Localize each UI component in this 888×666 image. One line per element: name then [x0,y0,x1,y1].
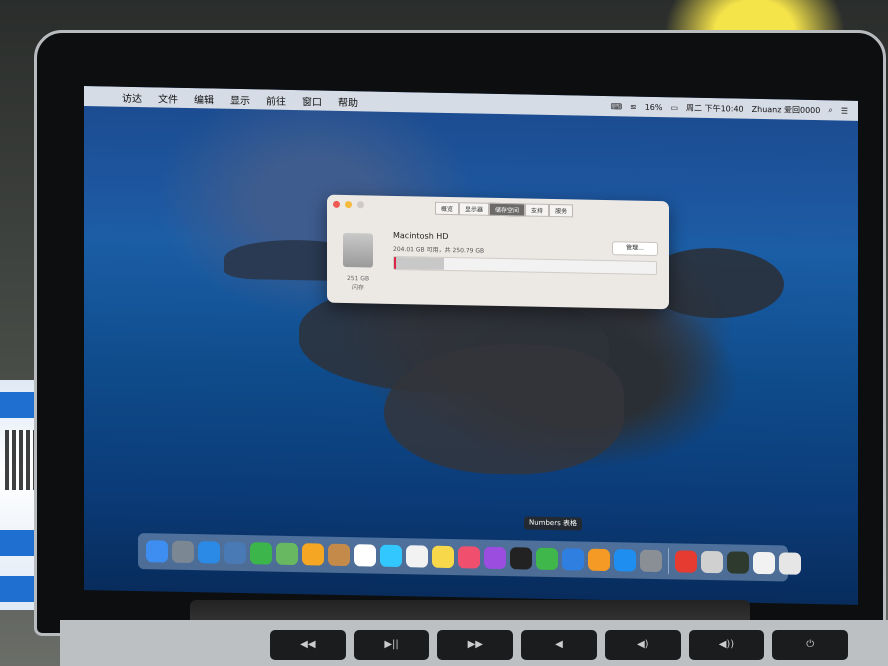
user-name[interactable]: Zhuanz 爱回0000 [752,103,821,115]
podcasts-icon[interactable] [484,546,506,570]
pages-icon[interactable] [588,548,610,572]
storage-bar [393,255,657,276]
menu-item-window[interactable]: 窗口 [294,93,330,109]
terminal-icon[interactable] [727,551,749,574]
facetime-icon[interactable] [250,542,272,565]
music-icon[interactable] [458,546,480,569]
clock[interactable]: 周二 下午10:40 [686,102,744,114]
search-icon[interactable]: ⌕ [828,105,832,115]
notes-icon[interactable] [432,545,454,569]
activity-icon[interactable] [701,550,723,574]
disk-capacity: 251 GB 闪存 [341,274,375,293]
safari-icon[interactable] [198,541,220,564]
dock-separator [668,548,669,575]
about-this-mac-window: 概览 显示器 储存空间 支持 服务 251 GB 闪存 Macintosh HD… [327,194,669,310]
laptop-screen: 访达 文件 编辑 显示 前往 窗口 帮助 ⌨ ≋ 16% ▭ 周二 下午10:4… [84,86,858,605]
keynote-icon[interactable] [562,548,584,571]
menu-item-view[interactable]: 显示 [222,91,258,107]
capacity-size: 251 GB [346,275,370,283]
messages-icon[interactable] [380,544,402,568]
documents-icon[interactable] [753,551,775,575]
power-key[interactable]: ⏻ [772,630,849,660]
maps-icon[interactable] [276,542,298,566]
reminders-icon[interactable] [406,545,428,568]
function-key-row: ◀◀ ▶|| ▶▶ ◀ ◀) ◀)) ⏻ [270,630,849,660]
apple-icon[interactable] [84,96,114,97]
app-store-icon[interactable] [614,549,636,572]
wps-icon[interactable] [675,550,697,573]
wifi-icon[interactable]: ≋ [630,102,637,111]
tab-service[interactable]: 服务 [549,203,574,218]
zoom-button[interactable] [357,200,364,208]
tv-icon[interactable] [510,547,532,570]
play-pause-key[interactable]: ▶|| [353,630,430,660]
tab-bar: 概览 显示器 储存空间 支持 服务 [435,201,574,218]
system-preferences-icon[interactable] [640,549,662,573]
photos-icon[interactable] [302,543,324,566]
finder-icon[interactable] [146,540,168,563]
contacts-icon[interactable] [328,543,350,567]
menu-item-edit[interactable]: 编辑 [186,90,222,106]
manage-button[interactable]: 管理... [612,241,658,257]
battery-level[interactable]: 16% [645,102,663,111]
hard-disk-icon [343,232,373,268]
mute-key[interactable]: ◀ [521,630,597,660]
keyboard-icon[interactable]: ⌨ [610,102,622,111]
photo-preview-icon[interactable] [224,541,246,565]
volume-down-key[interactable]: ◀) [604,630,681,660]
calendar-icon[interactable] [354,544,376,567]
dock-tooltip: Numbers 表格 [524,516,582,531]
minimize-button[interactable] [345,200,352,208]
disk-info: 204.01 GB 可用，共 250.79 GB [393,245,485,255]
dock [138,533,801,582]
launchpad-icon[interactable] [172,540,194,564]
storage-used-fill [394,256,444,270]
tab-overview[interactable]: 概览 [435,201,460,216]
battery-icon[interactable]: ▭ [670,103,678,112]
rewind-key[interactable]: ◀◀ [270,630,346,660]
tab-storage[interactable]: 储存空间 [489,202,526,217]
trash-icon[interactable] [779,552,801,575]
menu-item-file[interactable]: 文件 [150,90,186,106]
close-button[interactable] [333,200,340,208]
control-center-icon[interactable]: ☰ [841,106,848,115]
menu-item-finder[interactable]: 访达 [114,89,150,105]
numbers-icon[interactable] [536,547,558,571]
menu-item-go[interactable]: 前往 [258,92,294,108]
volume-up-key[interactable]: ◀)) [688,630,765,660]
disk-name: Macintosh HD [393,230,449,241]
tab-support[interactable]: 支持 [525,203,550,217]
capacity-type: 闪存 [351,284,364,292]
menu-item-help[interactable]: 帮助 [330,93,366,109]
status-area: ⌨ ≋ 16% ▭ 周二 下午10:40 Zhuanz 爱回0000 ⌕ ☰ [610,101,858,117]
tab-displays[interactable]: 显示器 [459,202,490,216]
fast-forward-key[interactable]: ▶▶ [437,630,514,660]
